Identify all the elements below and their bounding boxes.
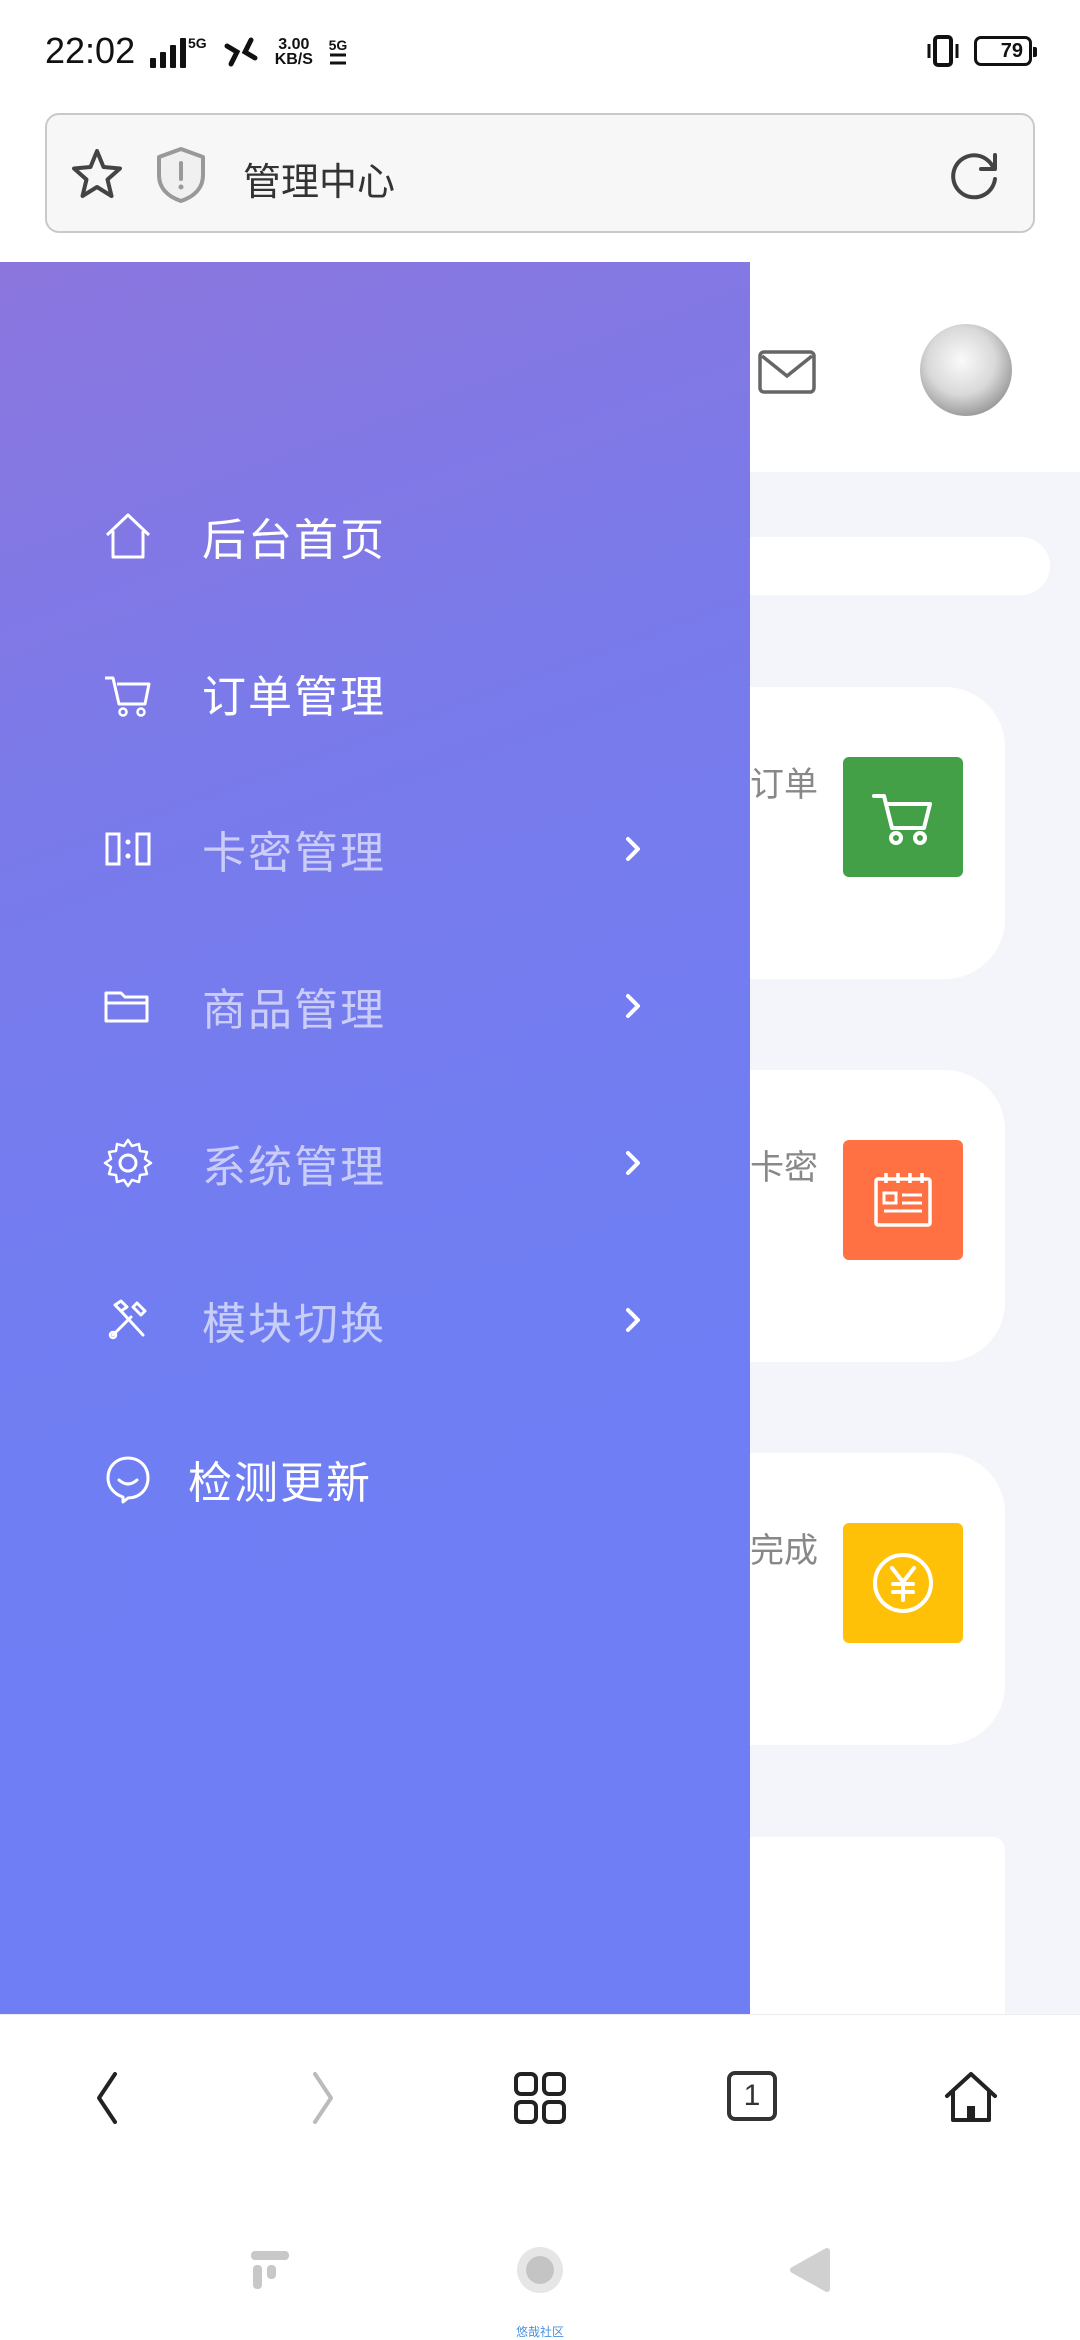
card-icon-box — [843, 1523, 963, 1643]
status-right: 79 — [926, 34, 1037, 68]
gear-icon — [100, 1135, 156, 1191]
grid-icon — [514, 2072, 566, 2124]
notepad-icon — [874, 1173, 932, 1227]
folder-icon — [100, 978, 156, 1034]
search-strip[interactable] — [700, 537, 1050, 595]
card-label: 卡密 — [750, 1149, 818, 1187]
circle-home-icon — [517, 2247, 563, 2293]
tools-icon — [100, 1292, 156, 1348]
menu-label: 检测更新 — [188, 1459, 372, 1508]
security-shield-icon[interactable] — [155, 145, 207, 205]
home-icon — [100, 508, 156, 564]
chevron-right-icon — [626, 837, 640, 861]
browser-toolbar: 1 — [0, 2014, 1080, 2179]
tab-count: 1 — [727, 2071, 777, 2121]
net-speed-unit: KB/S — [274, 51, 313, 68]
home-icon — [945, 2072, 997, 2122]
page-title[interactable]: 管理中心 — [243, 151, 395, 206]
tabs-button[interactable]: 1 — [720, 2063, 790, 2133]
home-nav-button[interactable] — [510, 2240, 570, 2300]
cart-icon — [872, 794, 932, 845]
card-label: 订单 — [750, 766, 818, 804]
back-nav-button[interactable] — [780, 2240, 840, 2300]
card-label: 完成 — [750, 1532, 818, 1570]
menu-label: 商品管理 — [202, 986, 386, 1035]
reload-icon[interactable] — [947, 147, 1003, 203]
net-speed: 3.00 KB/S — [274, 36, 313, 68]
chevron-right-icon — [313, 2072, 333, 2124]
menu-item-orders[interactable]: 订单管理 — [0, 643, 750, 743]
home-button[interactable] — [936, 2063, 1006, 2133]
side-drawer: 后台首页 订单管理 卡密管理 商品管理 系统管理 模块切换 检测更新 — [0, 262, 750, 2014]
data-arrows-icon — [329, 53, 346, 65]
nav-caption: 悠哉社区 — [515, 2325, 564, 2339]
network-type-2: 5G — [327, 38, 349, 66]
status-time: 22:02 — [45, 30, 136, 71]
menu-item-module-switch[interactable]: 模块切换 — [0, 1270, 750, 1370]
menu-label: 系统管理 — [202, 1143, 386, 1192]
yen-icon — [873, 1553, 933, 1613]
cart-icon — [100, 665, 156, 721]
network-type-label: 5G — [188, 35, 207, 51]
menu-label: 后台首页 — [202, 516, 386, 565]
menu-item-system[interactable]: 系统管理 — [0, 1113, 750, 1213]
menu-item-dashboard[interactable]: 后台首页 — [0, 486, 750, 586]
chevron-right-icon — [626, 994, 640, 1018]
signal-group: 5G — [150, 36, 207, 68]
net-speed-value: 3.00 — [278, 36, 310, 53]
menu-label: 模块切换 — [202, 1300, 386, 1349]
card-icon-box — [843, 1140, 963, 1260]
chevron-right-icon — [626, 1308, 640, 1332]
triangle-back-icon — [790, 2248, 830, 2292]
signal-icon — [150, 36, 186, 68]
status-indicators: 5G 3.00 KB/S 5G — [150, 32, 349, 72]
vibrate-icon — [927, 35, 959, 67]
menu-label: 卡密管理 — [202, 829, 386, 878]
card-key-icon — [100, 821, 156, 877]
network-type-2-label: 5G — [328, 37, 348, 53]
menu-nav-button[interactable] — [240, 2240, 300, 2300]
menu-nav-icon — [251, 2251, 289, 2289]
network-activity-icon — [224, 37, 258, 67]
mail-icon[interactable] — [758, 350, 816, 394]
battery-indicator: 79 — [974, 36, 1037, 66]
menu-label: 订单管理 — [202, 673, 386, 722]
menu-item-check-update[interactable]: 检测更新 — [0, 1429, 750, 1529]
user-avatar[interactable] — [920, 324, 1012, 416]
chevron-right-icon — [626, 1151, 640, 1175]
smile-icon — [100, 1451, 156, 1507]
status-bar: 22:02 5G 3.00 KB/S 5G 79 — [0, 0, 1080, 105]
chevron-left-icon — [97, 2072, 117, 2124]
back-button[interactable] — [72, 2063, 142, 2133]
address-bar[interactable]: 管理中心 — [45, 113, 1035, 233]
bookmark-star-icon[interactable] — [67, 145, 127, 205]
menu-item-card-keys[interactable]: 卡密管理 — [0, 799, 750, 899]
menu-item-products[interactable]: 商品管理 — [0, 956, 750, 1056]
card-icon-box — [843, 757, 963, 877]
forward-button[interactable] — [288, 2063, 358, 2133]
system-nav-bar: 悠哉社区 — [0, 2180, 1080, 2340]
menu-grid-button[interactable] — [505, 2063, 575, 2133]
